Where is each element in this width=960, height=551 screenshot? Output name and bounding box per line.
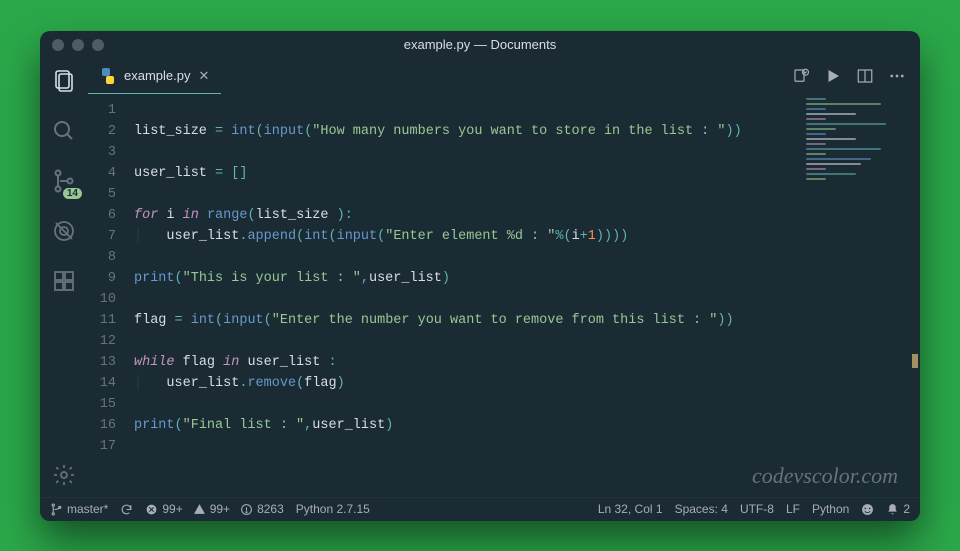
close-tab-icon[interactable]: ✕ (198, 68, 209, 84)
explorer-icon[interactable] (50, 67, 78, 95)
scrollbar-marker (912, 354, 918, 368)
run-icon[interactable] (824, 67, 842, 85)
tab-example-py[interactable]: example.py ✕ (88, 59, 221, 94)
code-area[interactable]: list_size = int(input("How many numbers … (134, 100, 920, 497)
git-branch-status[interactable]: master* (50, 502, 108, 516)
editor-window: example.py — Documents 14 (40, 31, 920, 521)
cursor-position-status[interactable]: Ln 32, Col 1 (598, 502, 663, 516)
indentation-status[interactable]: Spaces: 4 (675, 502, 728, 516)
info-count: 8263 (257, 502, 284, 516)
watermark: codevscolor.com (752, 463, 898, 489)
python-version-status[interactable]: Python 2.7.15 (296, 502, 370, 516)
line-numbers-gutter: 1234567891011121314151617 (88, 100, 134, 497)
eol-status[interactable]: LF (786, 502, 800, 516)
problems-status[interactable]: 99+ 99+ 8263 (145, 502, 283, 516)
split-editor-icon[interactable] (856, 67, 874, 85)
more-actions-icon[interactable] (888, 67, 906, 85)
titlebar: example.py — Documents (40, 31, 920, 59)
source-control-icon[interactable]: 14 (50, 167, 78, 195)
branch-name: master* (67, 502, 108, 516)
search-icon[interactable] (50, 117, 78, 145)
notifications-status[interactable]: 2 (886, 502, 910, 516)
notification-count: 2 (903, 502, 910, 516)
tab-bar: example.py ✕ (88, 59, 920, 94)
extensions-icon[interactable] (50, 267, 78, 295)
scm-badge: 14 (63, 188, 82, 199)
sync-status[interactable] (120, 503, 133, 516)
python-file-icon (100, 68, 116, 84)
warning-count: 99+ (210, 502, 230, 516)
tab-label: example.py (124, 68, 190, 83)
editor-actions (792, 59, 920, 94)
editor-wrap: 1234567891011121314151617 list_size = in… (88, 94, 920, 497)
feedback-icon[interactable] (861, 503, 874, 516)
code-editor[interactable]: 1234567891011121314151617 list_size = in… (88, 94, 920, 497)
main-area: example.py ✕ 1234567891011121314151617 l… (88, 59, 920, 497)
activity-bar: 14 (40, 59, 88, 497)
window-title: example.py — Documents (40, 37, 920, 52)
encoding-status[interactable]: UTF-8 (740, 502, 774, 516)
settings-gear-icon[interactable] (50, 461, 78, 489)
debug-icon[interactable] (50, 217, 78, 245)
open-changes-icon[interactable] (792, 67, 810, 85)
error-count: 99+ (162, 502, 182, 516)
status-bar: master* 99+ 99+ 8263 Python 2.7.15 Ln 32… (40, 497, 920, 521)
language-mode-status[interactable]: Python (812, 502, 849, 516)
